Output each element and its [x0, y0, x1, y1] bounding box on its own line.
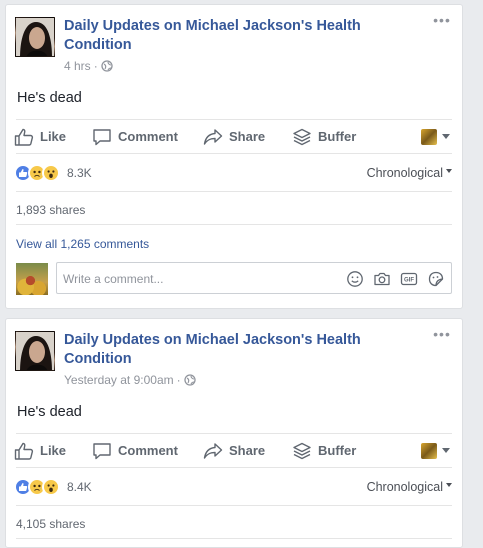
post-timestamp[interactable]: 4 hrs — [64, 59, 91, 73]
buffer-button[interactable]: Buffer — [292, 434, 356, 467]
wow-reaction-icon — [42, 164, 60, 182]
comment-order-select[interactable]: Chronological — [367, 166, 452, 180]
comment-label: Comment — [118, 129, 178, 144]
post-as-selector[interactable] — [421, 434, 450, 467]
page-name-link[interactable]: Daily Updates on Michael Jackson's Healt… — [64, 17, 394, 55]
comment-tools: GIF — [346, 270, 445, 288]
page-avatar[interactable] — [15, 331, 55, 371]
emoji-icon[interactable] — [346, 270, 364, 288]
action-bar: Like Comment Share Buffer — [14, 119, 452, 154]
post-card: Daily Updates on Michael Jackson's Healt… — [5, 4, 463, 309]
share-label: Share — [229, 443, 266, 458]
buffer-label: Buffer — [318, 443, 357, 458]
post-text: He's dead — [17, 404, 82, 420]
share-button[interactable]: Share — [203, 434, 265, 467]
thumbs-up-icon — [14, 128, 34, 146]
shares-row: 4,105 shares — [16, 505, 452, 539]
like-button[interactable]: Like — [14, 434, 66, 467]
comment-composer: Write a comment... GIF — [16, 262, 452, 296]
like-label: Like — [40, 443, 67, 458]
reactions-summary: 8.3K Chronological — [14, 155, 452, 192]
profile-thumbnail-icon — [421, 128, 437, 145]
post-card: Daily Updates on Michael Jackson's Healt… — [5, 318, 463, 548]
gif-icon[interactable]: GIF — [400, 270, 418, 288]
like-button[interactable]: Like — [14, 120, 66, 153]
comment-order-label: Chronological — [366, 166, 443, 180]
more-options-icon[interactable]: ••• — [432, 13, 452, 29]
svg-text:GIF: GIF — [404, 278, 414, 284]
comment-input[interactable]: Write a comment... GIF — [56, 262, 452, 294]
profile-thumbnail-icon — [421, 442, 437, 459]
reaction-count[interactable]: 8.3K — [67, 166, 92, 180]
reaction-count[interactable]: 8.4K — [67, 480, 92, 494]
sticker-icon[interactable] — [427, 270, 445, 288]
post-meta: Yesterday at 9:00am · — [64, 373, 196, 389]
buffer-stack-icon — [293, 442, 311, 459]
globe-icon — [101, 60, 113, 75]
more-options-icon[interactable]: ••• — [432, 327, 452, 343]
share-label: Share — [229, 129, 266, 144]
action-bar: Like Comment Share Buffer — [14, 433, 452, 468]
thumbs-up-icon — [14, 442, 34, 460]
page-avatar[interactable] — [15, 17, 55, 57]
reactions-summary: 8.4K Chronological — [14, 469, 452, 506]
comment-label: Comment — [118, 443, 178, 458]
comment-icon — [93, 128, 111, 145]
comment-icon — [93, 442, 111, 459]
post-as-selector[interactable] — [421, 120, 450, 153]
comment-order-label: Chronological — [366, 480, 443, 494]
like-label: Like — [40, 129, 67, 144]
share-button[interactable]: Share — [203, 120, 265, 153]
buffer-stack-icon — [293, 128, 311, 145]
buffer-label: Buffer — [318, 129, 357, 144]
comment-button[interactable]: Comment — [92, 434, 178, 467]
chevron-down-icon — [446, 169, 452, 173]
share-count[interactable]: 4,105 shares — [16, 517, 85, 531]
post-timestamp[interactable]: Yesterday at 9:00am — [64, 373, 174, 387]
share-icon — [203, 442, 223, 459]
chevron-down-icon — [442, 134, 450, 139]
shares-row: 1,893 shares — [16, 191, 452, 225]
comment-order-select[interactable]: Chronological — [367, 480, 452, 494]
meta-separator: · — [176, 373, 181, 387]
page-name-link[interactable]: Daily Updates on Michael Jackson's Healt… — [64, 331, 394, 369]
meta-separator: · — [93, 59, 98, 73]
share-icon — [203, 128, 223, 145]
camera-icon[interactable] — [373, 270, 391, 288]
buffer-button[interactable]: Buffer — [292, 120, 356, 153]
comment-button[interactable]: Comment — [92, 120, 178, 153]
reaction-icons[interactable] — [14, 164, 60, 182]
commenter-avatar — [16, 263, 48, 295]
chevron-down-icon — [442, 448, 450, 453]
view-all-comments-link[interactable]: View all 1,265 comments — [16, 237, 149, 251]
share-count[interactable]: 1,893 shares — [16, 203, 85, 217]
post-text: He's dead — [17, 90, 82, 106]
reaction-icons[interactable] — [14, 478, 60, 496]
chevron-down-icon — [446, 483, 452, 487]
wow-reaction-icon — [42, 478, 60, 496]
comment-placeholder: Write a comment... — [63, 272, 164, 286]
globe-icon — [183, 374, 196, 389]
post-meta: 4 hrs · — [64, 59, 113, 75]
